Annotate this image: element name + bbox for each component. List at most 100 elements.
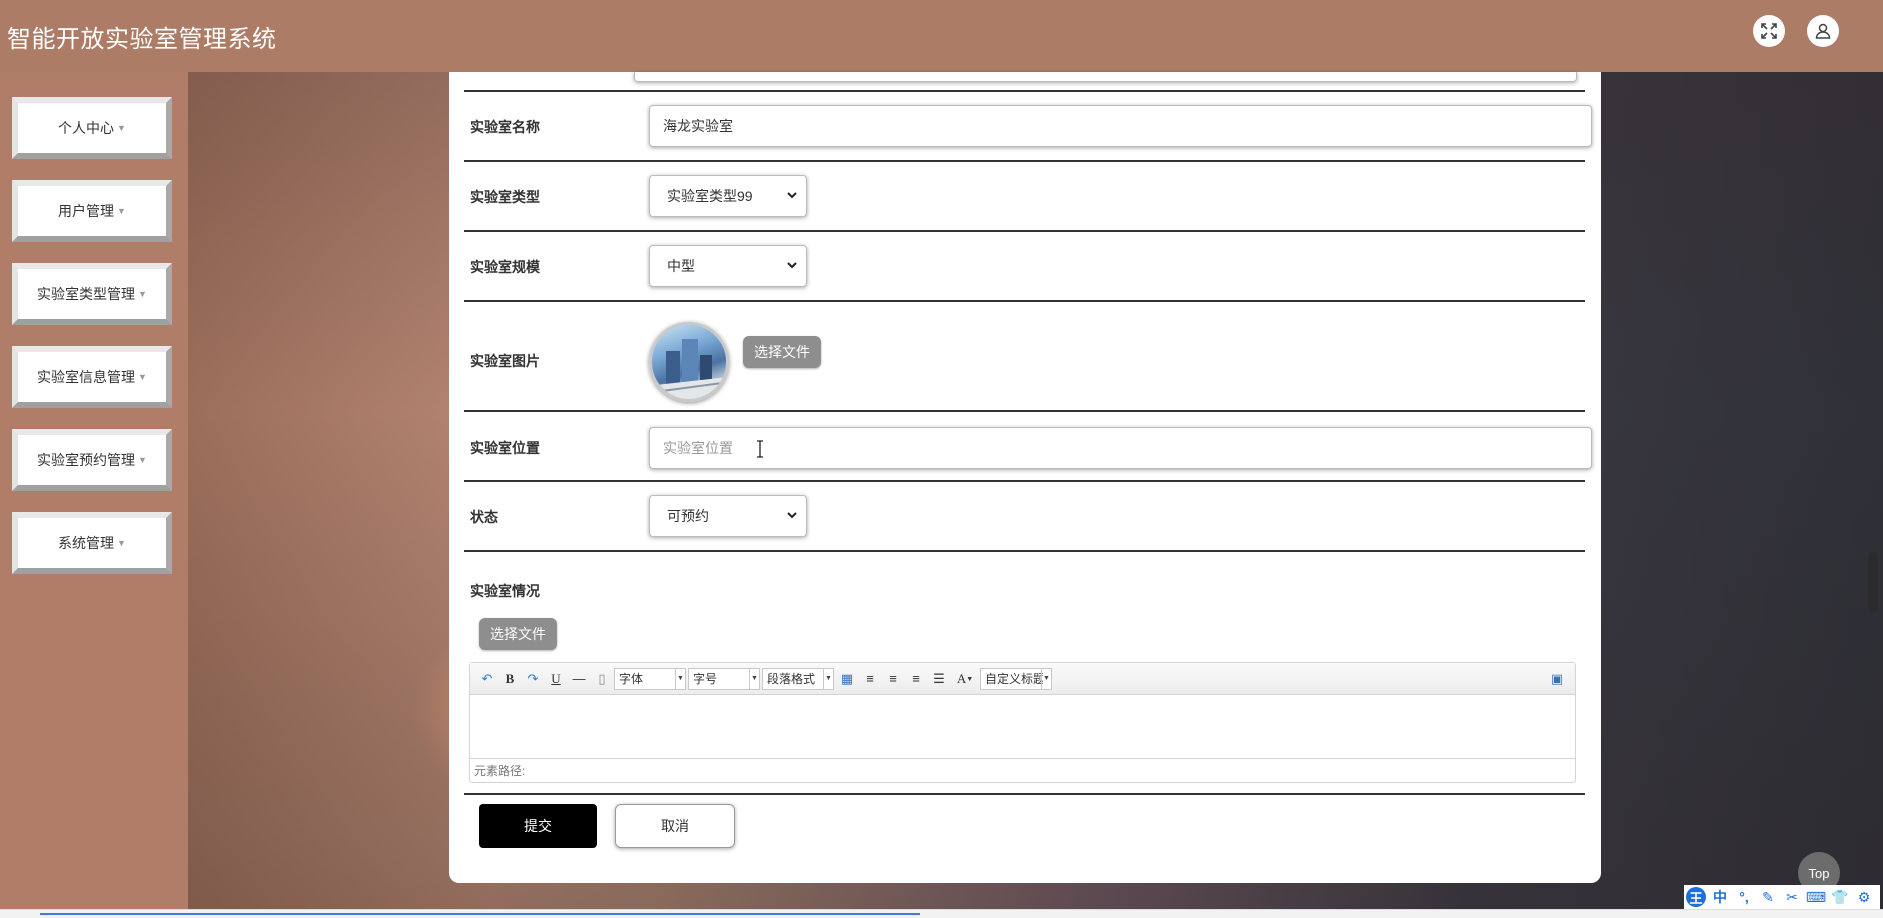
paragraph-format-value: 段落格式 (767, 672, 816, 686)
lab-type-label: 实验室类型 (470, 189, 540, 205)
align-left-icon[interactable]: ≡ (859, 668, 881, 690)
settings-gear-icon[interactable]: ⚙ (1854, 887, 1874, 907)
align-justify-icon[interactable]: ☰ (928, 668, 950, 690)
redo-icon[interactable]: ↷ (522, 668, 544, 690)
font-size-value: 字号 (693, 672, 718, 686)
form-row-scale: 实验室规模 中型 (464, 232, 1585, 302)
editor-content-area[interactable] (470, 695, 1575, 758)
custom-title-value: 自定义标题 (985, 672, 1043, 686)
ime-logo-icon[interactable]: 王 (1686, 887, 1706, 907)
undo-icon[interactable]: ↶ (476, 668, 498, 690)
editor-toolbar: ↶ B ↷ U — ▯ 字体 ▼ 字号 ▼ 段落格式 ▼ ▦ ≡ ≡ ≡ ☰ A… (470, 663, 1575, 695)
caret-down-icon: ▼ (823, 668, 833, 689)
pen-icon[interactable]: ✎ (1758, 887, 1778, 907)
cancel-button[interactable]: 取消 (615, 804, 735, 848)
ime-toolbar: 王 中 °, ✎ ✂ ⌨ 👕 ⚙ (1684, 885, 1880, 909)
paragraph-format-combo[interactable]: 段落格式 ▼ (762, 667, 834, 690)
submit-button[interactable]: 提交 (479, 804, 597, 848)
form-row-image: 实验室图片 选择文件 (464, 302, 1585, 412)
lab-location-input[interactable] (649, 427, 1592, 469)
editor-element-path: 元素路径: (470, 758, 1575, 782)
underline-button[interactable]: U (545, 668, 567, 690)
document-icon[interactable]: ▯ (591, 668, 613, 690)
sidebar-item-label: 实验室预约管理 (37, 452, 136, 468)
lab-name-input[interactable] (649, 105, 1592, 147)
lab-scale-select[interactable]: 中型 (649, 245, 807, 287)
lab-type-value: 实验室类型99 (667, 188, 753, 204)
form-row-name: 实验室名称 (464, 92, 1592, 162)
sidebar-item-lab-type-management[interactable]: 实验室类型管理 ▼ (12, 263, 172, 325)
page-load-progress (40, 913, 920, 915)
caret-down-icon: ▼ (675, 668, 685, 689)
lab-image-thumbnail (649, 322, 729, 402)
form-divider (464, 793, 1585, 795)
align-center-icon[interactable]: ≡ (905, 668, 927, 690)
status-label: 状态 (470, 509, 498, 525)
lab-location-label: 实验室位置 (470, 440, 540, 456)
caret-down-icon: ▼ (138, 455, 147, 465)
building-photo-icon (656, 339, 726, 399)
caret-down-icon: ▼ (117, 538, 126, 548)
caret-down-icon: ▼ (138, 289, 147, 299)
text-cursor-icon (757, 440, 763, 458)
status-select[interactable]: 可预约 (649, 495, 807, 537)
font-color-label: A (956, 670, 967, 686)
skin-icon[interactable]: 👕 (1830, 887, 1850, 907)
lab-name-label: 实验室名称 (470, 119, 540, 135)
align-right-icon[interactable]: ≡ (882, 668, 904, 690)
sidebar-item-user-management[interactable]: 用户管理 ▼ (12, 180, 172, 242)
chevron-down-icon (787, 262, 797, 269)
status-value: 可预约 (667, 508, 709, 524)
chevron-down-icon (787, 192, 797, 199)
sidebar-item-lab-info-management[interactable]: 实验室信息管理 ▼ (12, 346, 172, 408)
image-choose-file-button[interactable]: 选择文件 (743, 336, 821, 368)
keyboard-icon[interactable]: ⌨ (1806, 887, 1826, 907)
caret-down-icon: ▼ (117, 206, 126, 216)
sidebar-item-label: 用户管理 (58, 203, 115, 219)
element-path-label: 元素路径: (474, 764, 526, 778)
caret-down-icon: ▼ (1041, 668, 1051, 689)
ime-mode-toggle[interactable]: 中 (1710, 887, 1730, 907)
form-row-status: 状态 可预约 (464, 482, 1585, 552)
sidebar-item-lab-booking-management[interactable]: 实验室预约管理 ▼ (12, 429, 172, 491)
font-color-button[interactable]: A ▼ (951, 668, 979, 690)
sidebar-item-label: 实验室信息管理 (37, 369, 136, 385)
font-size-combo[interactable]: 字号 ▼ (688, 667, 760, 690)
sidebar-item-personal-center[interactable]: 个人中心 ▼ (12, 97, 172, 159)
form-row-type: 实验室类型 实验室类型99 (464, 162, 1585, 232)
top-header: 智能开放实验室管理系统 (0, 0, 1883, 72)
scissors-icon[interactable]: ✂ (1782, 887, 1802, 907)
sidebar-item-label: 系统管理 (58, 535, 115, 551)
punctuation-icon[interactable]: °, (1734, 887, 1754, 907)
lab-scale-value: 中型 (667, 258, 695, 274)
caret-down-icon: ▼ (138, 372, 147, 382)
sidebar-item-system-management[interactable]: 系统管理 ▼ (12, 512, 172, 574)
horizontal-rule-icon[interactable]: — (568, 668, 590, 690)
user-icon[interactable] (1807, 15, 1839, 47)
fullscreen-icon[interactable] (1753, 15, 1785, 47)
caret-down-icon: ▼ (966, 674, 974, 683)
fullscreen-editor-icon[interactable]: ▣ (1546, 668, 1568, 690)
sidebar: 个人中心 ▼ 用户管理 ▼ 实验室类型管理 ▼ 实验室信息管理 ▼ 实验室预约管理 ▼ 系… (0, 72, 188, 918)
form-row-previous (464, 72, 1585, 92)
lab-image-label: 实验室图片 (470, 353, 540, 369)
custom-title-combo[interactable]: 自定义标题 ▼ (980, 667, 1052, 690)
form-row-location: 实验室位置 (464, 412, 1592, 482)
lab-type-select[interactable]: 实验室类型99 (649, 175, 807, 217)
table-icon[interactable]: ▦ (836, 668, 858, 690)
sidebar-item-label: 实验室类型管理 (37, 286, 136, 302)
chevron-down-icon (787, 512, 797, 519)
lab-edit-form: 实验室名称 实验室类型 实验室类型99 实验室规模 中型 实验室图片 (449, 72, 1601, 883)
rich-text-editor: ↶ B ↷ U — ▯ 字体 ▼ 字号 ▼ 段落格式 ▼ ▦ ≡ ≡ ≡ ☰ A… (469, 662, 1576, 783)
bold-button[interactable]: B (499, 668, 521, 690)
caret-down-icon: ▼ (117, 123, 126, 133)
lab-details-label: 实验室情况 (470, 583, 540, 599)
sidebar-item-label: 个人中心 (58, 120, 115, 136)
scrollbar-thumb[interactable] (1868, 552, 1878, 612)
caret-down-icon: ▼ (749, 668, 759, 689)
bottom-status-strip (0, 909, 1883, 918)
font-family-combo[interactable]: 字体 ▼ (614, 667, 686, 690)
app-title: 智能开放实验室管理系统 (7, 25, 277, 53)
scrollbar[interactable] (1864, 72, 1883, 908)
details-choose-file-button[interactable]: 选择文件 (479, 618, 557, 650)
